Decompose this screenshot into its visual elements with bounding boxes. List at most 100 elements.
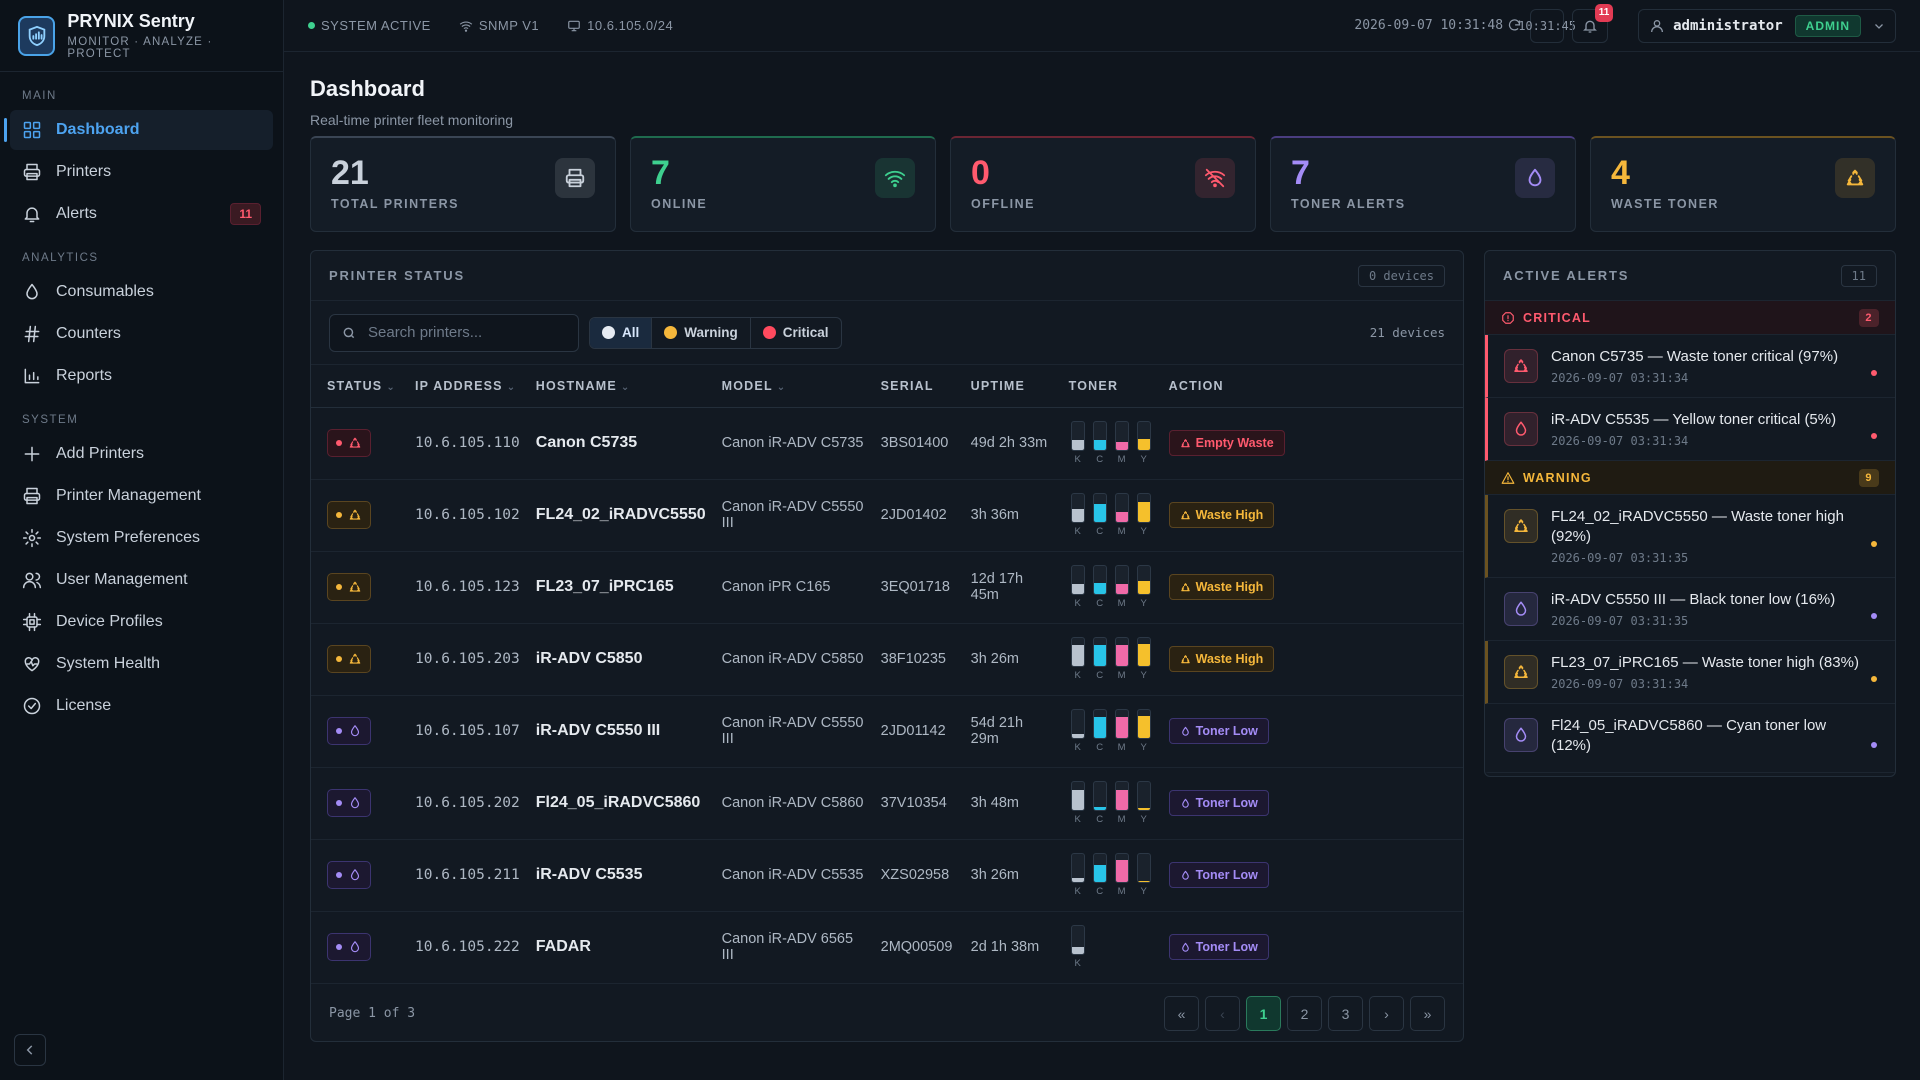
table-row[interactable]: 10.6.105.107 iR-ADV C5550 III Canon iR-A… [311, 695, 1463, 768]
page-info: Page 1 of 3 [329, 1006, 416, 1021]
toner-label: K [1074, 958, 1081, 969]
stat-card-waste-toner[interactable]: 4 WASTE TONER [1590, 136, 1896, 232]
column-header-model[interactable]: MODEL ⌄ [705, 365, 865, 408]
action-button[interactable]: Toner Low [1168, 862, 1269, 888]
alert-triangle-icon [1501, 471, 1515, 484]
sidebar-item-alerts[interactable]: Alerts 11 [10, 194, 273, 234]
action-button[interactable]: Toner Low [1168, 934, 1269, 960]
sidebar-item-license[interactable]: License [10, 686, 273, 726]
table-row[interactable]: 10.6.105.222 FADAR Canon iR-ADV 6565 III… [311, 911, 1463, 984]
sidebar-item-system-preferences[interactable]: System Preferences [10, 518, 273, 558]
toner-level-y: Y [1135, 493, 1153, 537]
action-button[interactable]: Waste High [1168, 646, 1275, 672]
sidebar-item-user-management[interactable]: User Management [10, 560, 273, 600]
recycle-icon [1514, 665, 1528, 678]
hostname[interactable]: iR-ADV C5550 III [519, 695, 706, 768]
action-button[interactable]: Empty Waste [1168, 430, 1285, 456]
sidebar-item-printer-management[interactable]: Printer Management [10, 476, 273, 516]
alert-item[interactable]: Fl24_05_iRADVC5860 — Cyan toner low (12%… [1485, 704, 1895, 773]
alerts-list[interactable]: CRITICAL 2 Canon C5735 — Waste toner cri… [1485, 301, 1895, 776]
sidebar-item-dashboard[interactable]: Dashboard [4, 110, 273, 150]
filter-all[interactable]: All [590, 317, 653, 348]
hostname[interactable]: FL24_02_iRADVC5550 [519, 479, 706, 552]
drop-icon [350, 725, 360, 737]
table-row[interactable]: 10.6.105.203 iR-ADV C5850 Canon iR-ADV C… [311, 623, 1463, 696]
pagination: Page 1 of 3 «‹ 1 2 3 ›» [311, 984, 1463, 1042]
brand[interactable]: PRYNIX Sentry MONITOR · ANALYZE · PROTEC… [0, 0, 283, 72]
uptime: 49d 2h 33m [954, 407, 1053, 480]
page-3-button[interactable]: 3 [1328, 996, 1363, 1031]
alert-item[interactable]: FL23_07_iPRC165 — Waste toner high (83%)… [1485, 641, 1895, 704]
toner-label: C [1096, 742, 1104, 753]
uptime: 3h 36m [954, 479, 1053, 552]
table-row[interactable]: 10.6.105.211 iR-ADV C5535 Canon iR-ADV C… [311, 839, 1463, 912]
stat-card-offline[interactable]: 0 OFFLINE [950, 136, 1256, 232]
table-row[interactable]: 10.6.105.202 Fl24_05_iRADVC5860 Canon iR… [311, 767, 1463, 840]
sidebar-item-printers[interactable]: Printers [10, 152, 273, 192]
alert-item[interactable]: FL24_02_iRADVC5550 — Waste toner high (9… [1485, 495, 1895, 578]
notifications-button[interactable]: 11 [1572, 3, 1614, 43]
sidebar-item-device-profiles[interactable]: Device Profiles [10, 602, 273, 642]
toner-label: M [1117, 814, 1126, 825]
next-page-button[interactable]: › [1369, 996, 1404, 1031]
sidebar-item-consumables[interactable]: Consumables [10, 272, 273, 312]
search-input[interactable] [368, 324, 558, 341]
device-count: 21 devices [1369, 325, 1445, 340]
alert-time: 2026-09-07 03:31:34 [1551, 434, 1689, 448]
table-row[interactable]: 10.6.105.123 FL23_07_iPRC165 Canon iPR C… [311, 551, 1463, 624]
filter-warning[interactable]: Warning [652, 317, 751, 348]
toner-bar [1092, 781, 1107, 811]
last-page-button[interactable]: » [1410, 996, 1445, 1031]
first-page-button[interactable]: « [1164, 996, 1199, 1031]
sidebar-item-label: Consumables [56, 283, 154, 300]
alert-group-warning[interactable]: WARNING 9 [1485, 461, 1895, 495]
toner-bar [1114, 493, 1129, 523]
column-header-hostname[interactable]: HOSTNAME ⌄ [519, 365, 706, 408]
user-menu[interactable]: administrator ADMIN [1638, 8, 1896, 43]
hostname[interactable]: Fl24_05_iRADVC5860 [519, 767, 706, 840]
hostname[interactable]: FL23_07_iPRC165 [519, 551, 706, 624]
hostname[interactable]: FADAR [519, 911, 706, 984]
search-box[interactable] [329, 313, 579, 352]
table-row[interactable]: 10.6.105.102 FL24_02_iRADVC5550 Canon iR… [311, 479, 1463, 552]
stat-card-toner-alerts[interactable]: 7 TONER ALERTS [1270, 136, 1576, 232]
filter-critical[interactable]: Critical [751, 318, 841, 348]
column-header-status[interactable]: STATUS ⌄ [311, 365, 399, 408]
sidebar-item-system-health[interactable]: System Health [10, 644, 273, 684]
toner-label: C [1096, 526, 1104, 537]
page-1-button[interactable]: 1 [1246, 996, 1281, 1031]
last-refresh[interactable]: 10:31:45 [1518, 8, 1576, 43]
toner-level-c: C [1091, 853, 1109, 897]
action-button[interactable]: Waste High [1168, 574, 1275, 600]
action-label: Waste High [1195, 652, 1264, 666]
action-button[interactable]: Toner Low [1168, 718, 1269, 744]
alert-item[interactable]: iR-ADV C5550 III — Black toner low (16%)… [1485, 578, 1895, 641]
alert-item[interactable]: iR-ADV C5535 — Yellow toner critical (5%… [1485, 398, 1895, 461]
toner-cell: K C M Y [1052, 479, 1153, 552]
printer-icon [23, 163, 41, 181]
printer-status-panel: PRINTER STATUS 0 devices All Warning Criti… [310, 250, 1464, 1042]
hostname[interactable]: Canon C5735 [519, 407, 706, 480]
action-button[interactable]: Waste High [1168, 502, 1275, 528]
hostname[interactable]: iR-ADV C5535 [519, 839, 706, 912]
alerts-badge: 11 [230, 203, 261, 225]
stat-card-online[interactable]: 7 ONLINE [630, 136, 936, 232]
alert-icon-wrap [1504, 509, 1538, 543]
stat-card-total-printers[interactable]: 21 TOTAL PRINTERS [310, 136, 616, 232]
collapse-sidebar-button[interactable] [14, 1034, 46, 1066]
page-2-button[interactable]: 2 [1287, 996, 1322, 1031]
toner-fill [1093, 806, 1106, 810]
hostname[interactable]: iR-ADV C5850 [519, 623, 706, 696]
table-row[interactable]: 10.6.105.110 Canon C5735 Canon iR-ADV C5… [311, 407, 1463, 480]
alert-item[interactable]: Canon C5735 — Waste toner critical (97%)… [1485, 335, 1895, 398]
sidebar-item-add-printers[interactable]: Add Printers [10, 434, 273, 474]
alert-group-critical[interactable]: CRITICAL 2 [1485, 301, 1895, 335]
sidebar-item-counters[interactable]: Counters [10, 314, 273, 354]
column-header-ip-address[interactable]: IP ADDRESS ⌄ [399, 365, 520, 408]
stat-label: WASTE TONER [1611, 197, 1719, 211]
toner-cell: K C M Y [1052, 407, 1153, 480]
toner-label: Y [1140, 670, 1147, 681]
action-button[interactable]: Toner Low [1168, 790, 1269, 816]
prev-page-button[interactable]: ‹ [1205, 996, 1240, 1031]
sidebar-item-reports[interactable]: Reports [10, 356, 273, 396]
